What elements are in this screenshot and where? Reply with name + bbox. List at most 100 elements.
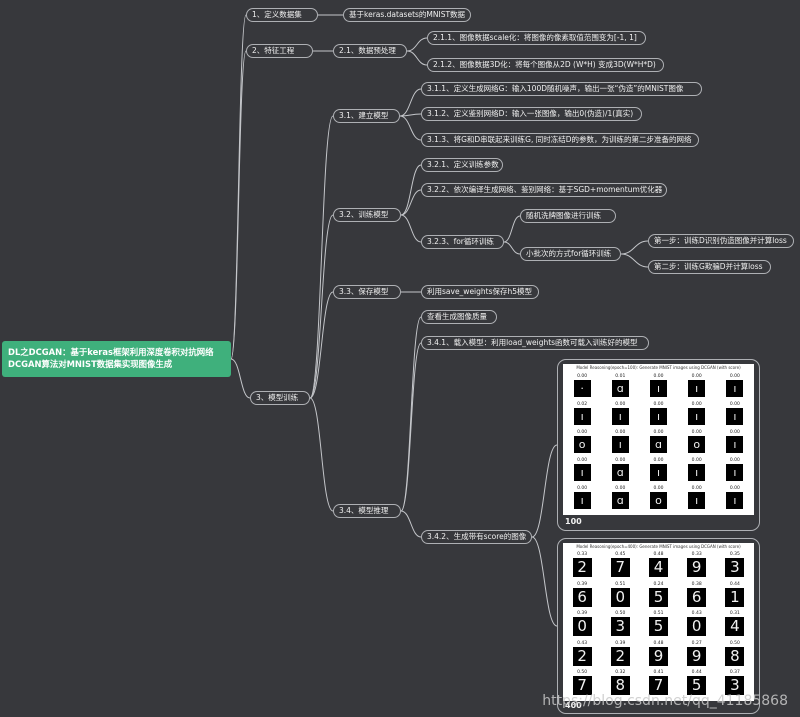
generated-sample: 0.43 0 xyxy=(687,611,707,636)
node-for-loop-training[interactable]: 3.2.3、for循环训练 xyxy=(421,235,504,249)
node-label: 查看生成图像质量 xyxy=(427,312,487,321)
node-build-model[interactable]: 3.1、建立模型 xyxy=(333,109,400,123)
digit-glyph: ı xyxy=(733,466,737,479)
node-training-params[interactable]: 3.2.1、定义训练参数 xyxy=(421,158,503,172)
node-label: 3.1.1、定义生成网络G：输入100D随机噪声，输出一张“伪造”的MNIST图… xyxy=(427,84,684,93)
node-combine-gd[interactable]: 3.1.3、将G和D串联起来训练G, 同时冻结D的参数，为训练的第二步准备的网络 xyxy=(421,133,699,147)
generated-sample: 0.50 8 xyxy=(725,641,745,666)
generated-sample: 0.00 ı xyxy=(611,430,629,453)
node-shuffle-images[interactable]: 随机洗牌图像进行训练 xyxy=(520,209,616,223)
node-load-model[interactable]: 3.4.1、载入模型：利用load_weights函数可载入训练好的模型 xyxy=(421,336,649,350)
sample-thumbnail: 5 xyxy=(649,587,668,607)
connector-line xyxy=(620,253,649,268)
node-save-model[interactable]: 3.3、保存模型 xyxy=(333,285,401,299)
node-label: 3.2.2、依次编译生成网络、鉴别网络：基于SGD+momentum优化器 xyxy=(427,185,663,194)
generated-sample: 0.39 0 xyxy=(572,611,592,636)
digit-glyph: 0 xyxy=(577,617,587,635)
generated-sample: 0.00 ı xyxy=(573,458,591,481)
connector-line xyxy=(309,214,334,399)
node-step-two-train-g[interactable]: 第二步：训练G欺骗D并计算loss xyxy=(648,260,771,274)
digit-glyph: 3 xyxy=(615,617,626,635)
node-define-dataset[interactable]: 1、定义数据集 xyxy=(246,8,318,22)
digit-glyph: ı xyxy=(733,382,737,395)
generated-sample: 0.00 ı xyxy=(688,402,706,425)
node-label: 3.2、训练模型 xyxy=(339,210,389,219)
generated-sample: 0.00 ı xyxy=(726,402,744,425)
node-model-inference[interactable]: 3.4、模型推理 xyxy=(333,504,401,518)
generated-sample: 0.00 ı xyxy=(688,374,706,397)
digit-glyph: 3 xyxy=(730,558,740,576)
node-data-preprocessing[interactable]: 2.1、数据预处理 xyxy=(333,44,407,58)
node-label: 第一步：训练D识别伪造图像并计算loss xyxy=(654,236,787,245)
digit-glyph: o xyxy=(693,438,701,451)
node-keras-mnist-data[interactable]: 基于keras.datasets的MNIST数据 xyxy=(343,8,471,22)
sample-thumbnail: 2 xyxy=(572,558,592,577)
node-minibatch-loop[interactable]: 小批次的方式for循环训练 xyxy=(520,247,621,261)
watermark: https://blog.csdn.net/qq_41185868 xyxy=(542,693,788,709)
connector-line xyxy=(406,50,428,66)
sample-thumbnail: o xyxy=(688,436,706,453)
node-define-generator[interactable]: 3.1.1、定义生成网络G：输入100D随机噪声，输出一张“伪造”的MNIST图… xyxy=(421,82,702,96)
sample-thumbnail: 5 xyxy=(649,617,668,636)
generated-sample: 0.00 o xyxy=(688,430,706,453)
node-feature-engineering[interactable]: 2、特征工程 xyxy=(246,44,313,58)
node-label: 3.1.2、定义鉴别网络D：输入一张图像，输出0(伪造)/1(真实) xyxy=(427,109,634,118)
node-view-image-quality[interactable]: 查看生成图像质量 xyxy=(421,310,497,324)
sample-thumbnail: ı xyxy=(573,492,591,509)
generated-sample: 0.51 5 xyxy=(649,611,668,636)
sample-thumbnail: ı xyxy=(611,408,629,425)
result-image-card-epoch100[interactable]: Model Reasoning(epoch=100): Generate MNI… xyxy=(557,359,760,531)
sample-thumbnail: 2 xyxy=(572,646,592,666)
generated-sample: 0.44 1 xyxy=(725,582,745,607)
generated-sample: 0.00 ɑ xyxy=(650,430,667,453)
digit-glyph: 7 xyxy=(653,676,664,694)
digit-glyph: 5 xyxy=(691,676,702,694)
sample-thumbnail: 8 xyxy=(725,646,745,666)
figure-title: Model Reasoning(epoch=100): Generate MNI… xyxy=(576,365,741,370)
node-label: 3.1、建立模型 xyxy=(339,111,389,120)
sample-thumbnail: ı xyxy=(650,464,667,481)
generated-sample: 0.39 6 xyxy=(572,582,592,607)
node-define-discriminator[interactable]: 3.1.2、定义鉴别网络D：输入一张图像，输出0(伪造)/1(真实) xyxy=(421,107,642,121)
node-train-model[interactable]: 3.2、训练模型 xyxy=(333,208,401,222)
generated-sample: 0.00 ɑ xyxy=(611,486,629,509)
figure-title: Model Reasoning(epoch=400): Generate MNI… xyxy=(576,544,741,549)
node-image-scale[interactable]: 2.1.1、图像数据scale化：将图像的像素取值范围变为[-1, 1] xyxy=(427,31,646,45)
node-label: 2.1.1、图像数据scale化：将图像的像素取值范围变为[-1, 1] xyxy=(433,33,637,42)
connector-line xyxy=(531,536,558,627)
generated-sample: 0.33 2 xyxy=(572,552,592,577)
node-generate-score-images[interactable]: 3.4.2、生成带有score的图像 xyxy=(421,530,532,544)
sample-thumbnail: ı xyxy=(726,464,744,481)
generated-sample: 0.33 9 xyxy=(687,552,707,577)
digit-glyph: 9 xyxy=(691,646,702,665)
node-label: 小批次的方式for循环训练 xyxy=(526,249,612,258)
digit-glyph: 2 xyxy=(577,646,587,665)
sample-thumbnail: 9 xyxy=(687,558,707,577)
digit-glyph: 8 xyxy=(730,646,740,665)
digit-glyph: 5 xyxy=(653,587,664,606)
sample-thumbnail: 7 xyxy=(610,558,630,577)
digit-glyph: 9 xyxy=(691,558,702,576)
result-image-card-epoch400[interactable]: Model Reasoning(epoch=400): Generate MNI… xyxy=(557,538,760,714)
connector-line xyxy=(309,115,334,399)
node-save-weights[interactable]: 利用save_weights保存h5模型 xyxy=(421,285,539,299)
generated-sample: 0.48 9 xyxy=(649,641,668,666)
generated-sample: 0.00 ı xyxy=(611,402,629,425)
sample-thumbnail: o xyxy=(650,492,667,509)
generated-sample: 0.39 2 xyxy=(610,641,630,666)
generated-sample: 0.35 3 xyxy=(725,552,745,577)
sample-thumbnail: ı xyxy=(726,408,744,425)
root-node[interactable]: DL之DCGAN：基于keras框架利用深度卷积对抗网络DCGAN算法对MNIS… xyxy=(2,341,231,377)
connector-line xyxy=(400,316,422,512)
node-label: 利用save_weights保存h5模型 xyxy=(427,287,533,296)
connector-line xyxy=(620,240,649,255)
node-step-one-train-d[interactable]: 第一步：训练D识别伪造图像并计算loss xyxy=(648,234,794,248)
sample-thumbnail: 6 xyxy=(572,587,592,607)
generated-sample: 0.50 3 xyxy=(610,611,630,636)
node-image-3d[interactable]: 2.1.2、图像数据3D化：将每个图像从2D (W*H) 变成3D(W*H*D) xyxy=(427,58,664,72)
sample-thumbnail: ı xyxy=(688,464,706,481)
node-model-training[interactable]: 3、模型训练 xyxy=(250,391,310,405)
node-compile-networks[interactable]: 3.2.2、依次编译生成网络、鉴别网络：基于SGD+momentum优化器 xyxy=(421,183,667,197)
digit-glyph: 6 xyxy=(691,587,702,606)
digit-glyph: ı xyxy=(656,466,661,479)
